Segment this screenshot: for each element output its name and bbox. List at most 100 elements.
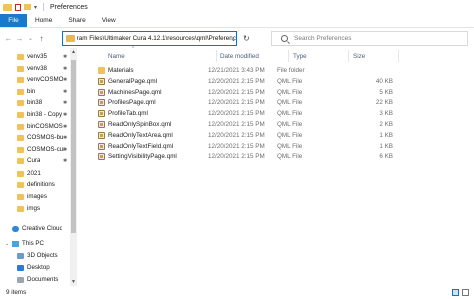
sidebar-item[interactable]: 2021 xyxy=(0,168,70,179)
sidebar-item[interactable]: bin38 ✱ xyxy=(0,97,70,108)
file-name: MachinesPage.qml xyxy=(108,88,162,96)
expand-chevron-icon[interactable]: ⌄ xyxy=(5,241,9,247)
tab-home[interactable]: Home xyxy=(27,14,60,27)
folder-icon xyxy=(17,157,24,164)
scroll-up-icon[interactable]: ▲ xyxy=(71,49,76,55)
sidebar-item[interactable]: images xyxy=(0,191,70,202)
sidebar-item[interactable]: COSMOS-bu ✱ xyxy=(0,132,70,143)
file-name: SettingVisibilityPage.qml xyxy=(108,153,177,161)
column-divider[interactable] xyxy=(398,50,399,62)
file-size: 1 KB xyxy=(379,142,393,150)
folder-icon xyxy=(17,123,24,130)
refresh-icon[interactable]: ↻ xyxy=(243,34,250,43)
details-view-icon[interactable] xyxy=(452,289,459,296)
sidebar-item-label: binCOSMOS xyxy=(27,123,63,130)
file-row[interactable]: ReadOnlySpinBox.qml 12/20/2021 2:15 PM QML… xyxy=(93,120,463,130)
folder-icon xyxy=(17,170,24,177)
tab-share[interactable]: Share xyxy=(60,14,93,27)
scroll-down-icon[interactable]: ▼ xyxy=(71,279,76,285)
sidebar-item[interactable]: binCOSMOS ✱ xyxy=(0,121,70,132)
sidebar-item-label: bin38 xyxy=(27,99,43,106)
file-row[interactable]: SettingVisibilityPage.qml 12/20/2021 2:15… xyxy=(93,152,463,162)
pin-icon[interactable]: ✱ xyxy=(63,147,67,153)
sidebar-item[interactable]: bin ✱ xyxy=(0,86,70,97)
sidebar-item[interactable]: venv35 ✱ xyxy=(0,51,70,62)
folder-icon xyxy=(17,181,24,188)
navigation-scrollbar[interactable]: ▲ ▼ xyxy=(70,48,77,286)
address-row: ← → ⌄ ↑ ram Files\Ultimaker Cura 4.12.1\… xyxy=(0,28,474,48)
file-row[interactable]: ProfileTab.qml 12/20/2021 2:15 PM QML File… xyxy=(93,109,463,119)
search-input[interactable] xyxy=(294,35,454,42)
file-size: 22 KB xyxy=(375,99,393,107)
column-header-date[interactable]: Date modified xyxy=(220,53,259,60)
pin-icon[interactable]: ✱ xyxy=(63,158,67,164)
pin-icon[interactable]: ✱ xyxy=(63,89,67,95)
pin-icon[interactable]: ✱ xyxy=(63,135,67,141)
column-divider[interactable] xyxy=(288,50,289,62)
qml-file-icon xyxy=(98,131,105,139)
sidebar-item[interactable]: imgs xyxy=(0,203,70,214)
address-bar[interactable]: ram Files\Ultimaker Cura 4.12.1\resource… xyxy=(62,31,237,46)
pin-icon[interactable]: ✱ xyxy=(63,54,67,60)
view-toggle xyxy=(452,289,469,296)
file-name: ReadOnlySpinBox.qml xyxy=(108,121,172,128)
pin-icon[interactable]: ✱ xyxy=(63,100,67,106)
address-path[interactable]: ram Files\Ultimaker Cura 4.12.1\resource… xyxy=(77,35,236,42)
file-date: 12/20/2021 2:15 PM xyxy=(208,88,265,96)
window-title: Preferences xyxy=(50,3,88,11)
forward-arrow-icon[interactable]: → xyxy=(14,34,25,43)
folder-icon xyxy=(17,134,24,141)
properties-icon[interactable] xyxy=(15,3,21,11)
pin-icon[interactable]: ✱ xyxy=(63,77,67,83)
recent-locations-chevron-icon[interactable]: ⌄ xyxy=(25,35,36,42)
column-header-size[interactable]: Size xyxy=(353,53,365,60)
address-history-chevron-icon[interactable]: ⌄ xyxy=(231,36,236,43)
sidebar-item[interactable]: 3D Objects xyxy=(0,250,70,261)
quick-access-toolbar: ▾ xyxy=(3,3,37,11)
up-arrow-icon[interactable]: ↑ xyxy=(36,34,47,43)
sidebar-item-label: 3D Objects xyxy=(27,252,58,259)
file-row[interactable]: ReadOnlyTextArea.qml 12/20/2021 2:15 PM QM… xyxy=(93,131,463,141)
file-row[interactable]: ReadOnlyTextField.qml 12/20/2021 2:15 PM Q… xyxy=(93,142,463,152)
file-type: QML File xyxy=(277,88,303,96)
sidebar-item[interactable]: Creative Cloud Fil xyxy=(0,223,70,234)
tab-view[interactable]: View xyxy=(94,14,124,27)
column-header-name[interactable]: Name xyxy=(108,53,125,60)
sidebar-item[interactable]: bin38 - Copy ✱ xyxy=(0,109,70,120)
sidebar-item[interactable]: Cura ✱ xyxy=(0,155,70,166)
scrollbar-thumb[interactable] xyxy=(71,60,76,233)
sidebar-item[interactable]: Documents xyxy=(0,274,70,285)
column-divider[interactable] xyxy=(216,50,217,62)
sidebar-item[interactable]: definitions xyxy=(0,179,70,190)
pin-icon[interactable]: ✱ xyxy=(63,124,67,130)
sidebar-item-label: Desktop xyxy=(27,264,50,271)
file-type: QML File xyxy=(277,77,303,85)
file-row[interactable]: MachinesPage.qml 12/20/2021 2:15 PM QML Fi… xyxy=(93,88,463,98)
folder-icon xyxy=(17,146,24,153)
file-size: 40 KB xyxy=(375,77,393,85)
pin-icon[interactable]: ✱ xyxy=(63,112,67,118)
new-folder-icon[interactable] xyxy=(24,4,31,10)
file-row[interactable]: ProfilesPage.qml 12/20/2021 2:15 PM QML Fi… xyxy=(93,98,463,108)
customize-dropdown-icon[interactable]: ▾ xyxy=(34,4,37,11)
sidebar-item[interactable]: ⌄ This PC xyxy=(0,238,70,249)
search-box[interactable] xyxy=(271,31,468,46)
sidebar-item[interactable]: COSMOS-cur ✱ xyxy=(0,144,70,155)
qml-file-icon xyxy=(98,99,105,107)
file-row[interactable]: GeneralPage.qml 12/20/2021 2:15 PM QML Fil… xyxy=(93,77,463,87)
column-header-type[interactable]: Type xyxy=(293,53,307,60)
sidebar-item[interactable]: venv38 ✱ xyxy=(0,63,70,74)
file-name: GeneralPage.qml xyxy=(108,77,158,85)
tab-file[interactable]: File xyxy=(0,14,27,27)
file-row[interactable]: Materials 12/21/2021 3:43 PM File folder xyxy=(93,66,463,76)
sidebar-item[interactable]: venvCOSMO ✱ xyxy=(0,74,70,85)
back-arrow-icon[interactable]: ← xyxy=(3,34,14,43)
qml-file-icon xyxy=(98,142,105,150)
file-type: QML File xyxy=(277,110,303,118)
qml-file-icon xyxy=(98,153,105,161)
column-divider[interactable] xyxy=(348,50,349,62)
file-type: File folder xyxy=(277,67,305,74)
large-icons-view-icon[interactable] xyxy=(462,289,469,296)
pin-icon[interactable]: ✱ xyxy=(63,66,67,72)
sidebar-item[interactable]: Desktop xyxy=(0,262,70,273)
